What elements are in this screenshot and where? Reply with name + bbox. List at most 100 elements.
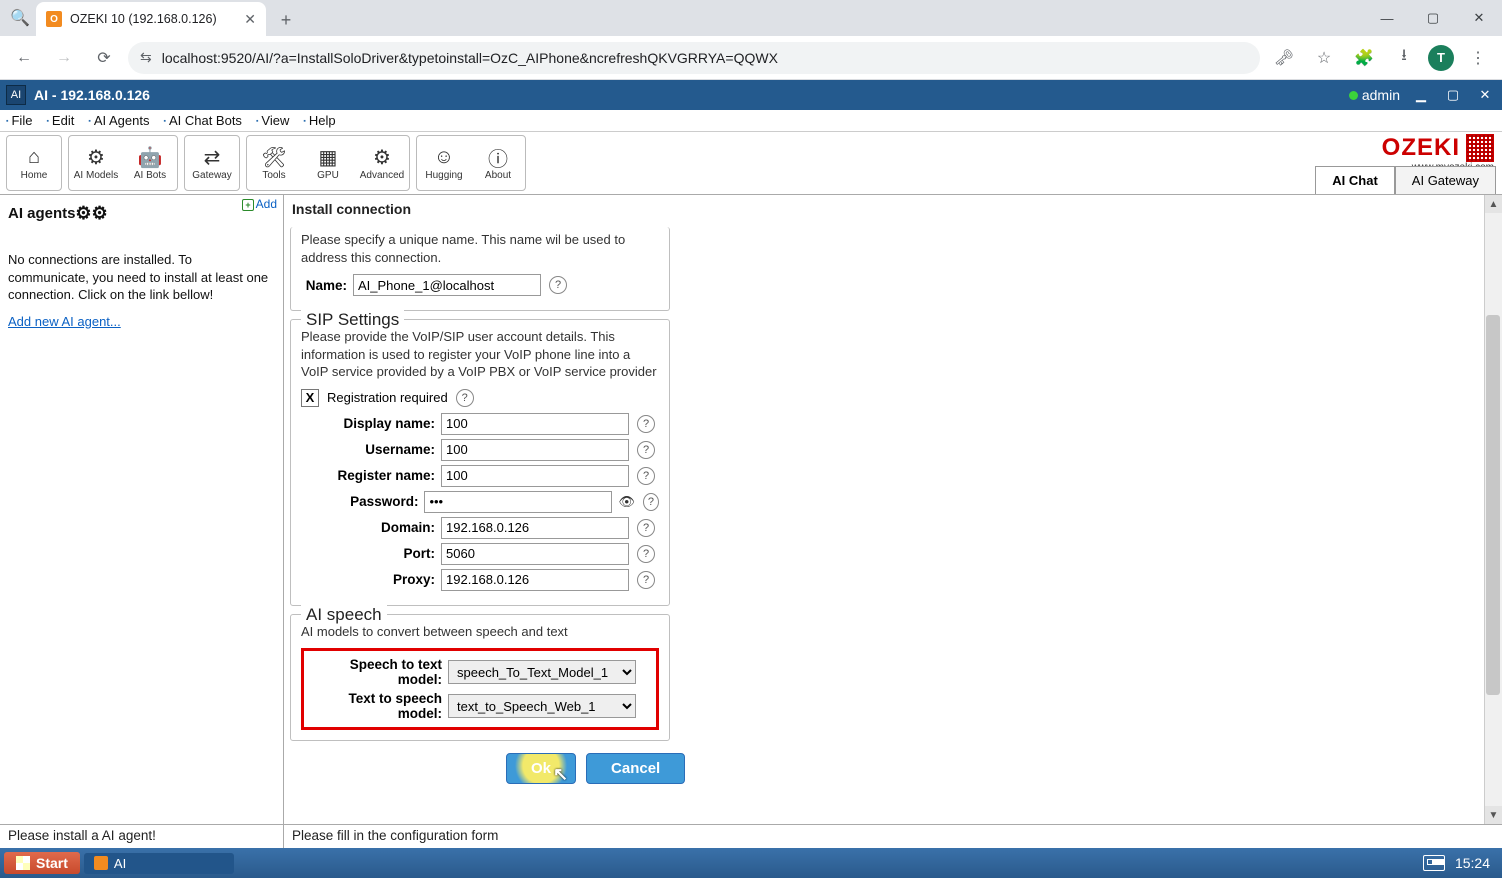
menu-ai-chat-bots[interactable]: AI Chat Bots [163, 113, 241, 128]
tab-search-icon[interactable]: 🔍 [8, 6, 32, 30]
browser-tab[interactable]: O OZEKI 10 (192.168.0.126) ✕ [36, 2, 266, 36]
port-input[interactable] [441, 543, 629, 565]
menu-ai-agents[interactable]: AI Agents [88, 113, 149, 128]
robot-icon: 🤖 [138, 146, 163, 170]
toolbar-tools[interactable]: 🛠Tools [249, 138, 299, 188]
cancel-button[interactable]: Cancel [586, 753, 685, 784]
address-bar[interactable]: ⇆ localhost:9520/AI/?a=InstallSoloDriver… [128, 42, 1260, 74]
back-button[interactable]: ← [8, 42, 40, 74]
gears-icon: ⚙⚙ [80, 201, 104, 225]
new-tab-button[interactable]: + [272, 6, 300, 34]
url-text: localhost:9520/AI/?a=InstallSoloDriver&t… [162, 50, 778, 66]
tab-ai-gateway[interactable]: AI Gateway [1395, 166, 1496, 194]
tab-close-icon[interactable]: ✕ [244, 11, 256, 28]
toolbar-hugging[interactable]: ☺Hugging [419, 138, 469, 188]
info-icon: ⓘ [488, 146, 508, 170]
taskbar-tray: 15:24 [1423, 855, 1498, 871]
proxy-input[interactable] [441, 569, 629, 591]
tab-ai-chat[interactable]: AI Chat [1315, 166, 1395, 194]
app-title: AI - 192.168.0.126 [34, 87, 150, 103]
speech-desc: AI models to convert between speech and … [301, 623, 659, 641]
help-icon[interactable]: ? [637, 519, 655, 537]
toolbar-gateway[interactable]: ⇄Gateway [187, 138, 237, 188]
app-minimize-icon[interactable]: ▁ [1410, 86, 1432, 104]
bookmark-icon[interactable]: ☆ [1308, 42, 1340, 74]
right-tabs: AI Chat AI Gateway [1315, 166, 1496, 194]
scroll-down-icon[interactable]: ▼ [1485, 806, 1502, 824]
status-bar: Please install a AI agent! Please fill i… [0, 824, 1502, 848]
app-close-icon[interactable]: ✕ [1474, 86, 1496, 104]
help-icon[interactable]: ? [637, 441, 655, 459]
extensions-icon[interactable]: 🧩 [1348, 42, 1380, 74]
keyboard-icon[interactable] [1423, 855, 1445, 871]
scroll-thumb[interactable] [1486, 315, 1500, 695]
scroll-up-icon[interactable]: ▲ [1485, 195, 1502, 213]
app-maximize-icon[interactable]: ▢ [1442, 86, 1464, 104]
taskbar-item-ai[interactable]: AI [84, 853, 234, 874]
menu-edit[interactable]: Edit [46, 113, 74, 128]
vertical-scrollbar[interactable]: ▲ ▼ [1484, 195, 1502, 824]
browser-tab-strip: 🔍 O OZEKI 10 (192.168.0.126) ✕ + — ▢ ✕ [0, 0, 1502, 36]
menu-file[interactable]: File [6, 113, 32, 128]
close-window-icon[interactable]: ✕ [1456, 0, 1502, 36]
toolbar-advanced[interactable]: ⚙Advanced [357, 138, 407, 188]
forward-button[interactable]: → [48, 42, 80, 74]
registration-label: Registration required [327, 390, 448, 405]
status-left: Please install a AI agent! [0, 825, 284, 848]
toolbar-home[interactable]: ⌂Home [9, 138, 59, 188]
password-icon[interactable]: 🗝 [1268, 42, 1300, 74]
help-icon[interactable]: ? [637, 467, 655, 485]
display-name-input[interactable] [441, 413, 629, 435]
toolbar-gpu[interactable]: ▦GPU [303, 138, 353, 188]
start-button[interactable]: Start [4, 852, 80, 874]
gpu-icon: ▦ [319, 146, 338, 170]
help-icon[interactable]: ? [549, 276, 567, 294]
fieldset-name: Please specify a unique name. This name … [290, 227, 670, 311]
menu-icon[interactable]: ⋮ [1462, 42, 1494, 74]
speech-legend: AI speech [301, 605, 387, 625]
name-input[interactable] [353, 274, 541, 296]
toolbar-ai-bots[interactable]: 🤖AI Bots [125, 138, 175, 188]
name-label: Name: [301, 278, 353, 293]
eye-icon[interactable]: 👁 [618, 493, 635, 511]
sidebar-body-text: No connections are installed. To communi… [8, 251, 275, 304]
registration-checkbox[interactable]: X [301, 389, 319, 407]
button-row: Ok↖ Cancel [506, 753, 1494, 784]
profile-avatar[interactable]: T [1428, 45, 1454, 71]
username-input[interactable] [441, 439, 629, 461]
help-icon[interactable]: ? [637, 571, 655, 589]
maximize-icon[interactable]: ▢ [1410, 0, 1456, 36]
ok-button[interactable]: Ok↖ [506, 753, 576, 784]
home-icon: ⌂ [28, 146, 40, 170]
cursor-icon: ↖ [553, 764, 568, 785]
downloads-icon[interactable]: ⭳ [1388, 42, 1420, 74]
toolbar-about[interactable]: ⓘAbout [473, 138, 523, 188]
help-icon[interactable]: ? [456, 389, 474, 407]
stt-label: Speech to text model: [308, 657, 448, 687]
site-info-icon[interactable]: ⇆ [140, 49, 152, 66]
sidebar: +Add AI agents⚙⚙ No connections are inst… [0, 195, 284, 824]
minimize-icon[interactable]: — [1364, 0, 1410, 36]
register-name-input[interactable] [441, 465, 629, 487]
domain-input[interactable] [441, 517, 629, 539]
sidebar-add-link[interactable]: +Add [242, 197, 277, 211]
tts-select[interactable]: text_to_Speech_Web_1 [448, 694, 636, 718]
user-status[interactable]: admin [1349, 87, 1400, 103]
taskbar-clock: 15:24 [1455, 855, 1490, 871]
toolbar-ai-models[interactable]: ⚙AI Models [71, 138, 121, 188]
domain-label: Domain: [301, 520, 441, 535]
app-icon: AI [6, 85, 26, 105]
favicon-icon: O [46, 11, 62, 27]
reload-button[interactable]: ⟳ [88, 42, 120, 74]
menu-help[interactable]: Help [303, 113, 335, 128]
fieldset-sip: SIP Settings Please provide the VoIP/SIP… [290, 319, 670, 606]
help-icon[interactable]: ? [637, 415, 655, 433]
password-input[interactable] [424, 491, 612, 513]
add-new-ai-agent-link[interactable]: Add new AI agent... [8, 314, 121, 329]
display-name-label: Display name: [301, 416, 441, 431]
menu-view[interactable]: View [256, 113, 289, 128]
help-icon[interactable]: ? [643, 493, 659, 511]
help-icon[interactable]: ? [637, 545, 655, 563]
hugging-icon: ☺ [434, 146, 454, 170]
stt-select[interactable]: speech_To_Text_Model_1 [448, 660, 636, 684]
